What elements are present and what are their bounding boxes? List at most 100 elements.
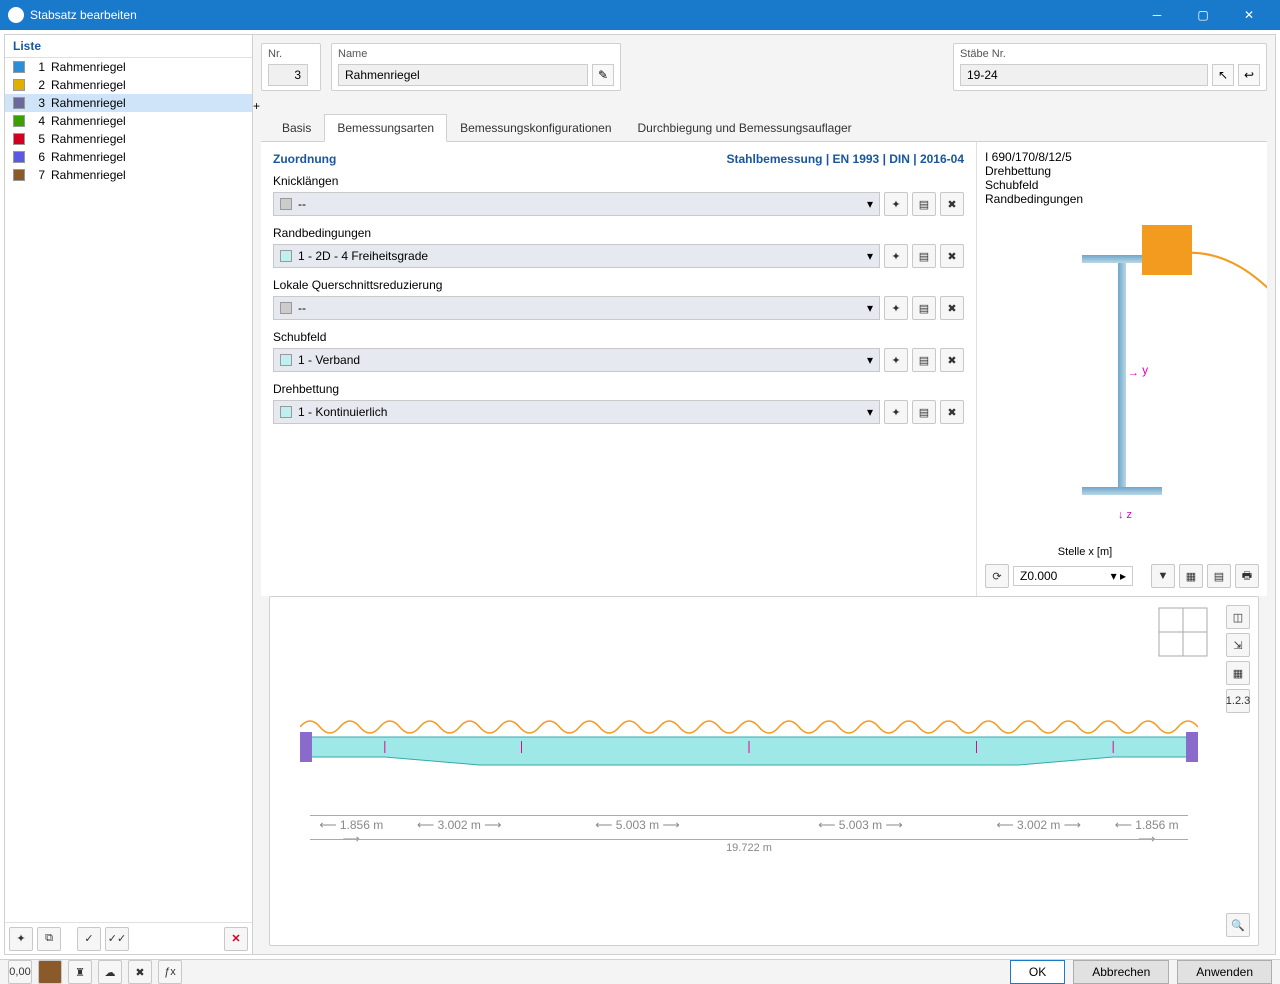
color-button[interactable] [38,960,62,984]
nr-input[interactable] [268,64,308,86]
list-item-label: Rahmenriegel [51,114,126,128]
field-new-button[interactable]: ✦ [884,244,908,268]
units-button[interactable]: 0,00 [8,960,32,984]
field-delete-button[interactable]: ✖ [940,192,964,216]
stabe-revert-button[interactable]: ↩ [1238,64,1260,86]
cloud-button[interactable]: ☁ [98,960,122,984]
list-item-num: 1 [31,60,45,74]
stabe-label: Stäbe Nr. [960,48,1260,60]
field-label: Randbedingungen [273,226,964,240]
list-item-label: Rahmenriegel [51,168,126,182]
name-pick-button[interactable]: ✎ [592,64,614,86]
minimize-button[interactable]: ─ [1134,0,1180,30]
field-combo[interactable]: 1 - Verband ▾ [273,348,880,372]
footer-bar: 0,00 ♜ ☁ ✖ ƒx OK Abbrechen Anwenden [0,959,1280,984]
tab-bar: BasisBemessungsartenBemessungskonfigurat… [261,113,1267,142]
preview-refresh-button[interactable]: ⟳ [985,564,1009,588]
field-combo[interactable]: 1 - Kontinuierlich ▾ [273,400,880,424]
close-button[interactable]: ✕ [1226,0,1272,30]
preview-filter-button[interactable]: ▼ [1151,564,1175,588]
field-new-button[interactable]: ✦ [884,400,908,424]
list-item-num: 3 [31,96,45,110]
title-bar: Stabsatz bearbeiten ─ ▢ ✕ [0,0,1280,30]
color-swatch-icon [13,97,25,109]
tab[interactable]: Durchbiegung und Bemessungsauflager [625,114,865,142]
color-swatch-icon [13,133,25,145]
header-fields: Nr. Name ✎ Stäbe Nr. ↖ ↩ [253,35,1275,99]
stabe-pick-button[interactable]: ↖ [1212,64,1234,86]
view-iso-button[interactable]: ◫ [1226,605,1250,629]
field-edit-button[interactable]: ▤ [912,244,936,268]
list-item[interactable]: 3 Rahmenriegel [5,94,252,112]
list-toolbar: ✦ ⧉ ✓ ✓✓ ✕ [5,922,252,954]
field-new-button[interactable]: ✦ [884,192,908,216]
view-grid-button[interactable]: ▦ [1226,661,1250,685]
nr-label: Nr. [268,48,314,60]
field-edit-button[interactable]: ▤ [912,400,936,424]
field-combo[interactable]: -- ▾ [273,192,880,216]
maximize-button[interactable]: ▢ [1180,0,1226,30]
field-delete-button[interactable]: ✖ [940,296,964,320]
window-title: Stabsatz bearbeiten [30,8,1134,22]
field-combo[interactable]: 1 - 2D - 4 Freiheitsgrade ▾ [273,244,880,268]
tab[interactable]: Bemessungsarten [324,114,447,142]
chevron-down-icon: ▾ [867,301,873,315]
list-item-num: 4 [31,114,45,128]
check-button[interactable]: ✓ [77,927,101,951]
field-edit-button[interactable]: ▤ [912,192,936,216]
apply-button[interactable]: Anwenden [1177,960,1272,984]
field-delete-button[interactable]: ✖ [940,400,964,424]
field-delete-button[interactable]: ✖ [940,348,964,372]
list-item[interactable]: 7 Rahmenriegel [5,166,252,184]
beam-view[interactable]: ◫ ⇲ ▦ 1.2.3 [269,596,1259,946]
field-edit-button[interactable]: ▤ [912,348,936,372]
stelle-label: Stelle x [m] [1015,546,1155,558]
view-axes-button[interactable]: ⇲ [1226,633,1250,657]
field-new-button[interactable]: ✦ [884,348,908,372]
chevron-down-icon: ▾ [867,353,873,367]
stabe-input[interactable] [960,64,1208,86]
delete-item-button[interactable]: ✕ [224,927,248,951]
field-label: Knicklängen [273,174,964,188]
list-item[interactable]: 1 Rahmenriegel [5,58,252,76]
field-edit-button[interactable]: ▤ [912,296,936,320]
ok-button[interactable]: OK [1010,960,1065,984]
list-item[interactable]: 2 Rahmenriegel [5,76,252,94]
tab[interactable]: Basis [269,114,324,142]
clear-button[interactable]: ✖ [128,960,152,984]
form-area: Zuordnung Stahlbemessung | EN 1993 | DIN… [261,142,977,596]
color-swatch-icon [13,169,25,181]
cancel-button[interactable]: Abbrechen [1073,960,1169,984]
view-search-button[interactable]: 🔍 [1226,913,1250,937]
field-combo[interactable]: -- ▾ [273,296,880,320]
list-item[interactable]: 5 Rahmenriegel [5,130,252,148]
list-item[interactable]: 4 Rahmenriegel [5,112,252,130]
preview-mode-button[interactable]: ▦ [1179,564,1203,588]
list-item-label: Rahmenriegel [51,96,126,110]
tab[interactable]: Bemessungskonfigurationen [447,114,624,142]
check-all-button[interactable]: ✓✓ [105,927,129,951]
function-button[interactable]: ƒx [158,960,182,984]
field-value: -- [298,301,306,315]
list-item-label: Rahmenriegel [51,60,126,74]
field-new-button[interactable]: ✦ [884,296,908,320]
tree-button[interactable]: ♜ [68,960,92,984]
list-item-label: Rahmenriegel [51,132,126,146]
section-title: Zuordnung [273,152,336,166]
color-swatch-icon [13,151,25,163]
field-value: 1 - 2D - 4 Freiheitsgrade [298,249,428,263]
list-panel: Liste 1 Rahmenriegel 2 Rahmenriegel 3 Ra… [5,35,253,954]
field-value: 1 - Verband [298,353,360,367]
list-item[interactable]: 6 Rahmenriegel [5,148,252,166]
view-cube-icon[interactable] [1158,607,1208,657]
preview-print-button[interactable]: 🖶 [1235,564,1259,588]
cross-section-view[interactable]: → y ↓ z [985,210,1259,540]
preview-snapshot-button[interactable]: ▤ [1207,564,1231,588]
copy-item-button[interactable]: ⧉ [37,927,61,951]
name-input[interactable] [338,64,588,86]
view-labels-button[interactable]: 1.2.3 [1226,689,1250,713]
new-item-button[interactable]: ✦ [9,927,33,951]
list-box[interactable]: 1 Rahmenriegel 2 Rahmenriegel 3 Rahmenri… [5,58,252,922]
stelle-input[interactable]: Z0.000▾ ▸ [1013,566,1133,586]
field-delete-button[interactable]: ✖ [940,244,964,268]
